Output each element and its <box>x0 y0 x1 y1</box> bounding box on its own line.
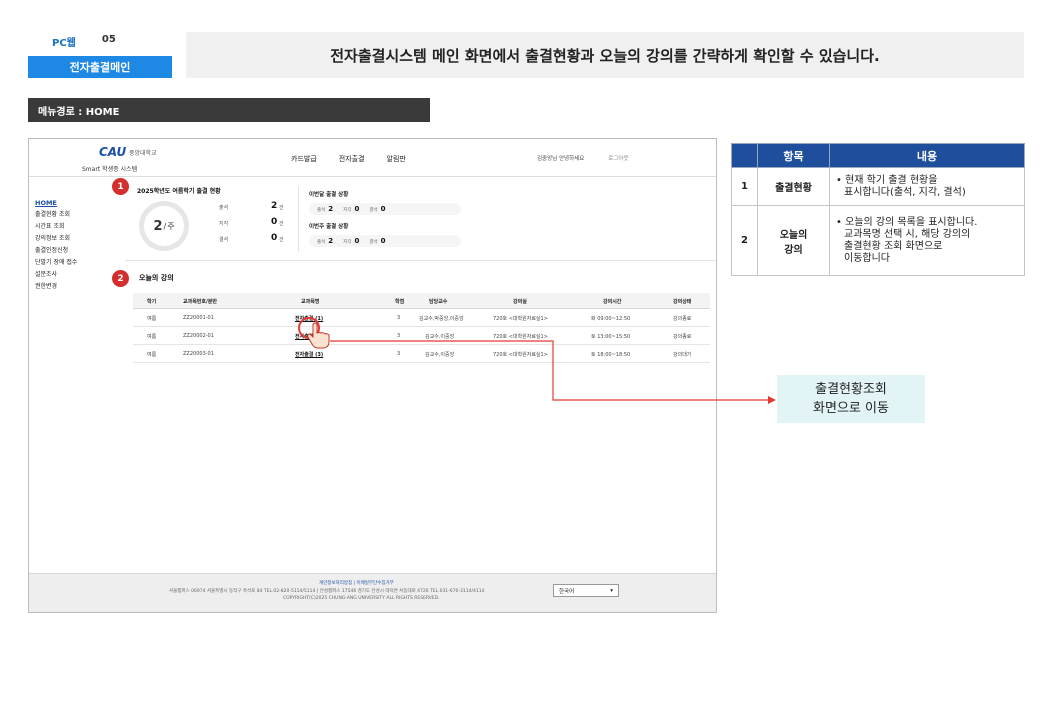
attendance-section: 2025학년도 여름학기 출결 현황 2/주 출석 2 건 지각 0 건 결석 … <box>125 177 716 261</box>
app-screenshot: CAU 중앙대학교 Smart 학생증 시스템 카드발급 전자출결 알림판 김중… <box>28 138 717 613</box>
info-table: 항목 내용 1 출결현황 • 현재 학기 출결 현황을 표시합니다(출석, 지각… <box>731 143 1025 276</box>
week-status-box: 출석 2 지각 0 결석 0 <box>309 235 461 247</box>
table-row: 여름 ZZ20003-01 전자출결 (3) 3 김교수,이중앙 720호 <대… <box>133 345 710 363</box>
sidebar-item-attendance-request[interactable]: 출결인정신청 <box>35 245 115 257</box>
week-value: 2 <box>153 218 163 234</box>
language-select[interactable]: 한국어 ▾ <box>553 584 619 597</box>
app-footer: 개인정보처리방침 | 이메일무단수집거부 서울캠퍼스 06974 서울특별시 동… <box>29 573 716 612</box>
stat-present: 출석 2 건 <box>219 201 284 211</box>
page-header-meta: PC웹 05 전자출결메인 <box>28 34 172 78</box>
main-content: 2025학년도 여름학기 출결 현황 2/주 출석 2 건 지각 0 건 결석 … <box>125 177 716 383</box>
sidebar-item-course-info[interactable]: 강의정보 조회 <box>35 233 115 245</box>
sidebar-item-home[interactable]: HOME <box>35 197 115 209</box>
month-status-box: 출석 2 지각 0 결석 0 <box>309 203 461 215</box>
callout-box: 출결현황조회 화면으로 이동 <box>777 375 925 423</box>
table-row: 1 출결현황 • 현재 학기 출결 현황을 표시합니다(출석, 지각, 결석) <box>731 167 1025 206</box>
today-table: 학기 교과목번호/분반 교과목명 학점 담당교수 강의실 강의시간 강의상태 여… <box>133 293 710 363</box>
page-name-badge: 전자출결메인 <box>28 56 172 78</box>
side-nav: HOME 출결현황 조회 시간표 조회 강의정보 조회 출결인정신청 단말기 장… <box>35 197 115 293</box>
week-donut: 2/주 <box>139 201 189 251</box>
app-header: CAU 중앙대학교 Smart 학생증 시스템 카드발급 전자출결 알림판 김중… <box>29 139 716 177</box>
chevron-down-icon: ▾ <box>610 587 613 594</box>
platform-label: PC웹 <box>52 38 76 49</box>
week-unit: 주 <box>167 221 175 231</box>
stat-absent: 결석 0 건 <box>219 233 284 243</box>
course-link-3[interactable]: 전자출결 (3) <box>295 351 323 358</box>
attendance-title: 2025학년도 여름학기 출결 현황 <box>137 188 221 195</box>
stat-divider <box>298 186 299 252</box>
month-status-title: 이번달 출결 상황 <box>309 192 349 198</box>
university-name: 중앙대학교 <box>129 150 157 157</box>
top-nav: 카드발급 전자출결 알림판 <box>291 154 406 164</box>
table-header-row: 학기 교과목번호/분반 교과목명 학점 담당교수 강의실 강의시간 강의상태 <box>133 293 710 309</box>
user-area: 김중앙님 안녕하세요 로그아웃 <box>537 154 629 162</box>
sidebar-item-timetable[interactable]: 시간표 조회 <box>35 221 115 233</box>
marker-2: 2 <box>112 270 129 287</box>
cau-logo[interactable]: CAU <box>99 145 126 159</box>
nav-e-attendance[interactable]: 전자출결 <box>339 154 365 164</box>
sidebar-item-device-fault[interactable]: 단말기 장애 접수 <box>35 257 115 269</box>
menu-path: 메뉴경로 : HOME <box>28 98 430 122</box>
user-greeting: 김중앙님 안녕하세요 <box>537 156 585 162</box>
footer-address: 서울캠퍼스 06974 서울특별시 동작구 흑석로 84 TEL.02-820-… <box>169 589 485 594</box>
week-status-title: 이번주 출결 상황 <box>309 224 349 230</box>
logout-link[interactable]: 로그아웃 <box>608 154 628 162</box>
page-description: 전자출결시스템 메인 화면에서 출결현황과 오늘의 강의를 간략하게 확인할 수… <box>186 32 1024 78</box>
page-number: 05 <box>101 34 116 45</box>
sidebar-item-role-change[interactable]: 권한변경 <box>35 281 115 293</box>
footer-links[interactable]: 개인정보처리방침 | 이메일무단수집거부 <box>319 580 394 586</box>
table-row: 여름 ZZ20001-01 전자출결 (1) 3 김교수,박중앙,이중앙 720… <box>133 309 710 327</box>
nav-card-issue[interactable]: 카드발급 <box>291 154 317 164</box>
marker-1: 1 <box>112 178 129 195</box>
system-name: Smart 학생증 시스템 <box>82 166 138 173</box>
nav-notice-board[interactable]: 알림판 <box>387 154 406 164</box>
sidebar-item-survey[interactable]: 설문조사 <box>35 269 115 281</box>
table-row: 2 오늘의 강의 • 오늘의 강의 목록을 표시합니다. 교과목명 선택 시, … <box>731 205 1025 276</box>
table-row: 여름 ZZ20002-01 전자출결 (2) 3 김교수,이중앙 720호 <대… <box>133 327 710 345</box>
stat-late: 지각 0 건 <box>219 217 284 227</box>
today-title: 오늘의 강의 <box>139 274 174 282</box>
info-table-header: 항목 내용 <box>731 143 1025 168</box>
sidebar-item-attendance-inquiry[interactable]: 출결현황 조회 <box>35 209 115 221</box>
pointer-hand-icon <box>307 322 330 349</box>
footer-copyright: COPYRIGHT(C)2025 CHUNG-ANG UNIVERSITY AL… <box>283 596 440 601</box>
